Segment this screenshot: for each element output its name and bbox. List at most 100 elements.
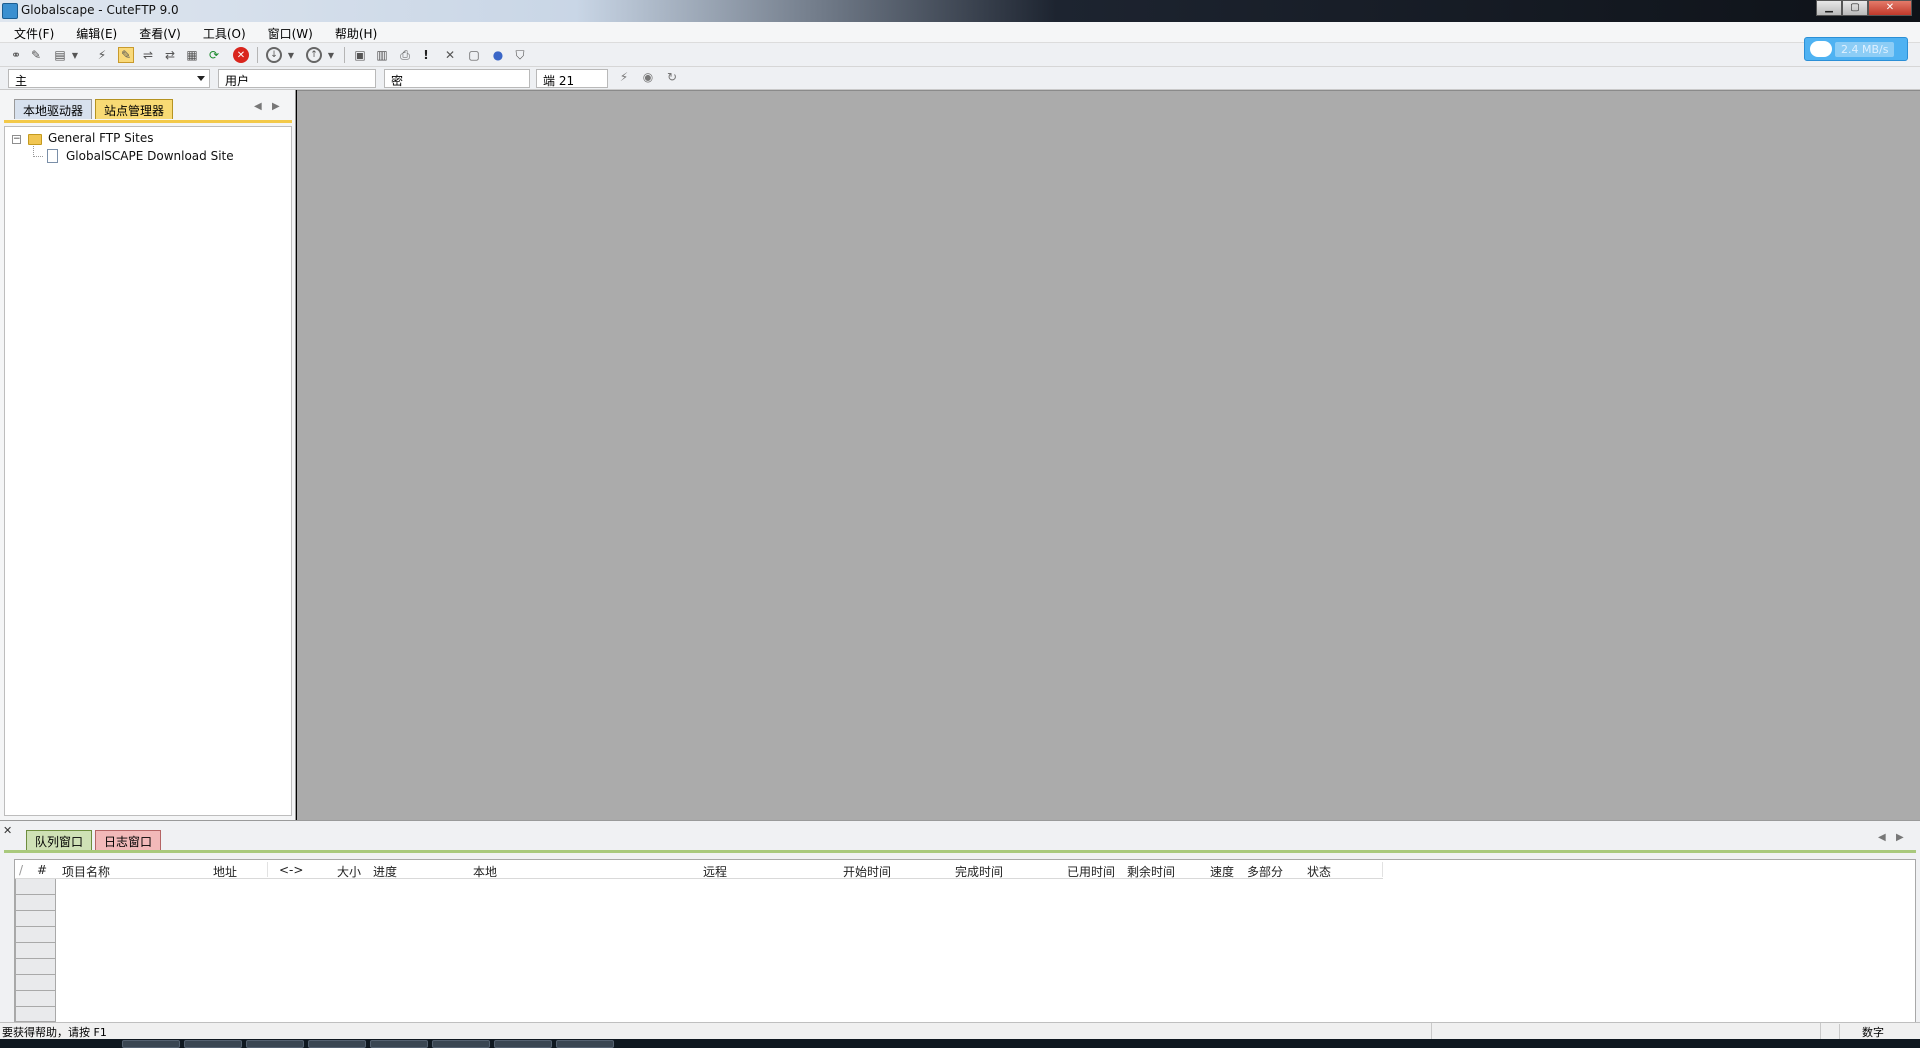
host-field[interactable]: 主 xyxy=(8,69,210,88)
menu-view[interactable]: 查看(V) xyxy=(125,22,189,42)
col-remaining-time[interactable]: 剩余时间 xyxy=(1127,863,1175,880)
compare-icon[interactable]: ▥ xyxy=(374,47,390,63)
reconnect-icon[interactable]: ↻ xyxy=(664,70,680,86)
col-direction[interactable]: <-> xyxy=(279,863,303,877)
col-finish-time[interactable]: 完成时间 xyxy=(955,863,1003,880)
upload-icon[interactable]: ↑ xyxy=(306,47,322,63)
globe-icon[interactable]: ● xyxy=(490,47,506,63)
table-row[interactable] xyxy=(15,991,56,1007)
refresh-icon[interactable]: ⟳ xyxy=(206,47,222,63)
properties-icon[interactable]: ! xyxy=(418,47,434,63)
minimize-button[interactable]: ▁ xyxy=(1816,0,1842,16)
notes-icon[interactable]: ▢ xyxy=(466,47,482,63)
transfer-icon[interactable]: ▦ xyxy=(184,47,200,63)
quick-connect-bar: 主 用户 密 端 21 ⚡ ◉ ↻ xyxy=(0,67,1920,90)
col-select[interactable]: / xyxy=(19,863,23,877)
table-row[interactable] xyxy=(15,895,56,911)
col-size[interactable]: 大小 xyxy=(337,863,361,880)
tree-folder-general-ftp-sites[interactable]: General FTP Sites xyxy=(48,131,153,145)
settings-icon[interactable]: ◉ xyxy=(640,70,656,86)
download-dropdown-icon[interactable]: ▼ xyxy=(286,47,296,63)
tab-site-manager[interactable]: 站点管理器 xyxy=(95,99,174,119)
tab-scroll-left-icon[interactable]: ◀ xyxy=(254,101,262,112)
col-progress[interactable]: 进度 xyxy=(373,863,397,880)
collapse-toggle-icon[interactable]: − xyxy=(12,135,21,144)
left-pane: 本地驱动器 站点管理器 ◀ ▶ − General FTP Sites Glob… xyxy=(0,90,296,820)
queue-table-header: / # 项目名称 地址 <-> 大小 进度 本地 远程 开始时间 完成时间 已用… xyxy=(15,860,1383,879)
cloud-icon xyxy=(1810,41,1832,57)
menu-edit[interactable]: 编辑(E) xyxy=(62,22,125,42)
new-document-icon[interactable]: ▤ xyxy=(52,47,68,63)
menu-window[interactable]: 窗口(W) xyxy=(254,22,321,42)
col-number[interactable]: # xyxy=(37,863,47,877)
table-row[interactable] xyxy=(15,927,56,943)
close-button[interactable]: ✕ xyxy=(1868,0,1912,16)
edit-site-icon[interactable]: ✎ xyxy=(118,47,134,63)
bottom-pane: ✕ 队列窗口 日志窗口 ◀ ▶ / # 项目名称 地址 <-> 大小 进度 本地… xyxy=(0,820,1920,1026)
left-pane-tabs: 本地驱动器 站点管理器 ◀ ▶ xyxy=(0,90,296,124)
speed-widget[interactable]: 2.4 MB/s xyxy=(1804,37,1908,61)
tab-log-window[interactable]: 日志窗口 xyxy=(95,830,162,850)
shield-icon[interactable]: ⛉ xyxy=(512,47,528,63)
col-speed[interactable]: 速度 xyxy=(1210,863,1234,880)
status-message: 要获得帮助，请按 F1 xyxy=(2,1026,107,1039)
connect-icon[interactable]: ⚭ xyxy=(8,47,24,63)
table-row[interactable] xyxy=(15,911,56,927)
col-item-name[interactable]: 项目名称 xyxy=(62,863,110,880)
table-row[interactable] xyxy=(15,1007,56,1022)
delete-icon[interactable]: ✕ xyxy=(442,47,458,63)
table-row[interactable] xyxy=(15,975,56,991)
col-address[interactable]: 地址 xyxy=(213,863,237,880)
document-icon xyxy=(47,149,58,163)
close-pane-icon[interactable]: ✕ xyxy=(3,824,12,837)
tab-scroll-right-icon[interactable]: ▶ xyxy=(272,101,280,112)
port-label: 端 21 xyxy=(543,74,575,88)
table-row[interactable] xyxy=(15,879,56,895)
password-field[interactable]: 密 xyxy=(384,69,530,88)
tab-scroll-left-icon[interactable]: ◀ xyxy=(1878,832,1886,843)
menu-tools[interactable]: 工具(O) xyxy=(189,22,254,42)
user-label: 用户 xyxy=(225,74,250,88)
taskbar-item[interactable] xyxy=(432,1040,490,1048)
chevron-down-icon[interactable] xyxy=(197,76,205,81)
taskbar-item[interactable] xyxy=(556,1040,614,1048)
print-icon[interactable]: ⎙ xyxy=(397,47,413,63)
col-elapsed-time[interactable]: 已用时间 xyxy=(1067,863,1115,880)
password-label: 密 xyxy=(391,74,404,88)
stop-icon[interactable]: ✕ xyxy=(233,47,249,63)
user-field[interactable]: 用户 xyxy=(218,69,376,88)
col-start-time[interactable]: 开始时间 xyxy=(843,863,891,880)
edit-file-icon[interactable]: ▣ xyxy=(352,47,368,63)
taskbar-item[interactable] xyxy=(122,1040,180,1048)
taskbar-item[interactable] xyxy=(370,1040,428,1048)
maximize-button[interactable]: ▢ xyxy=(1842,0,1868,16)
taskbar-item[interactable] xyxy=(308,1040,366,1048)
table-row[interactable] xyxy=(15,943,56,959)
tree-site-globalscape-download[interactable]: GlobalSCAPE Download Site xyxy=(66,149,234,163)
menu-help[interactable]: 帮助(H) xyxy=(321,22,385,42)
taskbar-item[interactable] xyxy=(184,1040,242,1048)
taskbar-item[interactable] xyxy=(494,1040,552,1048)
title-bar: Globalscape - CuteFTP 9.0 ▁ ▢ ✕ xyxy=(0,0,1920,22)
table-row[interactable] xyxy=(15,959,56,975)
col-local[interactable]: 本地 xyxy=(473,863,497,880)
connect-site-icon[interactable]: ⇌ xyxy=(140,47,156,63)
col-multipart[interactable]: 多部分 xyxy=(1247,863,1283,880)
taskbar-item[interactable] xyxy=(246,1040,304,1048)
col-remote[interactable]: 远程 xyxy=(703,863,727,880)
window-title: Globalscape - CuteFTP 9.0 xyxy=(21,3,179,17)
tab-local-drives[interactable]: 本地驱动器 xyxy=(14,99,93,119)
port-field[interactable]: 端 21 xyxy=(536,69,608,88)
upload-dropdown-icon[interactable]: ▼ xyxy=(326,47,336,63)
new-dropdown-icon[interactable]: ▼ xyxy=(70,47,80,63)
site-wizard-icon[interactable]: ✎ xyxy=(28,47,44,63)
tab-scroll-right-icon[interactable]: ▶ xyxy=(1896,832,1904,843)
connect-icon[interactable]: ⚡ xyxy=(616,70,632,86)
folder-icon xyxy=(28,134,42,145)
download-icon[interactable]: ↓ xyxy=(266,47,282,63)
menu-file[interactable]: 文件(F) xyxy=(0,22,62,42)
tab-queue-window[interactable]: 队列窗口 xyxy=(26,830,93,850)
col-status[interactable]: 状态 xyxy=(1307,863,1331,880)
disconnect-icon[interactable]: ⇄ xyxy=(162,47,178,63)
quick-connect-icon[interactable]: ⚡ xyxy=(94,47,110,63)
